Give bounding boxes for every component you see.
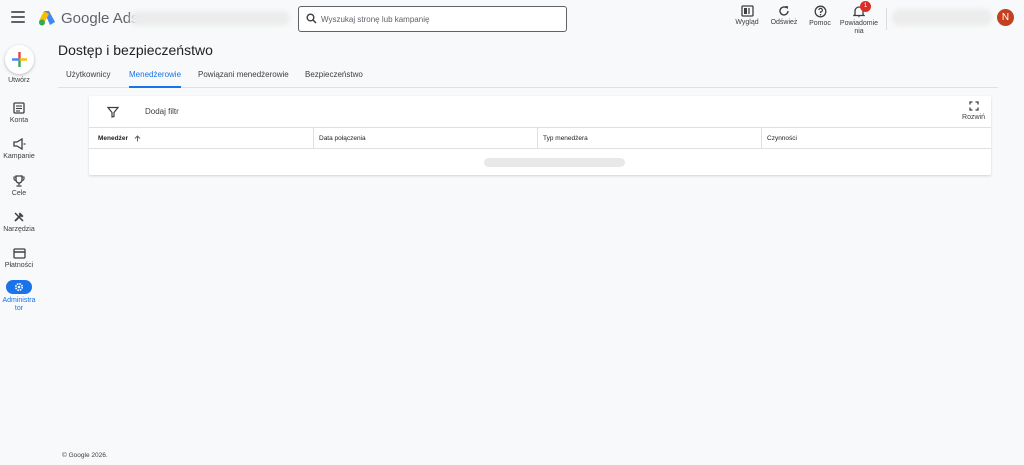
table-header: Menedżer Data połączenia Typ menedżera C… <box>89 127 991 149</box>
expand-button[interactable]: Rozwiń <box>962 101 985 121</box>
goals-label: Cele <box>11 190 27 197</box>
appearance-label: Wygląd <box>735 19 759 26</box>
column-header-actions: Czynności <box>761 128 991 149</box>
nav-item-billing[interactable]: Płatności <box>0 248 38 270</box>
expand-label: Rozwiń <box>962 114 985 121</box>
gear-icon <box>14 282 24 292</box>
search-input[interactable] <box>321 11 561 27</box>
brand-name: Google Ads <box>61 10 139 27</box>
user-info-redacted <box>892 9 992 26</box>
credit-card-icon <box>12 248 26 259</box>
google-ads-logo-icon <box>39 11 55 26</box>
trophy-icon <box>13 175 25 187</box>
tools-label: Narzędzia <box>3 226 35 233</box>
add-filter-button[interactable]: Dodaj filtr <box>145 107 179 116</box>
billing-label: Płatności <box>4 262 34 269</box>
tab-managers[interactable]: Menedżerowie <box>129 70 181 79</box>
appearance-button[interactable]: Wygląd <box>734 5 760 27</box>
accounts-label: Konta <box>9 117 29 124</box>
help-icon <box>814 5 826 18</box>
megaphone-icon <box>12 138 25 150</box>
notifications-button[interactable]: Powiadomie nia <box>838 5 880 36</box>
campaigns-label: Kampanie <box>3 153 35 160</box>
header-divider <box>886 8 887 30</box>
nav-item-campaigns[interactable]: Kampanie <box>0 138 38 161</box>
admin-label-cont: tor <box>14 305 24 312</box>
search-icon <box>306 13 317 24</box>
accounts-icon <box>13 102 25 114</box>
admin-active-pill <box>6 280 32 294</box>
notifications-label: Powiadomie <box>839 20 879 27</box>
search-box[interactable] <box>298 6 567 32</box>
nav-item-goals[interactable]: Cele <box>0 175 38 198</box>
notification-count-badge: 1 <box>860 1 871 12</box>
tab-security[interactable]: Bezpieczeństwo <box>305 70 363 79</box>
loading-placeholder <box>484 158 625 167</box>
tools-icon <box>14 212 24 222</box>
main-menu-icon[interactable] <box>11 11 25 23</box>
column-header-manager[interactable]: Menedżer <box>93 128 313 149</box>
refresh-label: Odśwież <box>770 19 798 26</box>
tab-bar: Użytkownicy Menedżerowie Powiązani mened… <box>58 62 998 88</box>
nav-item-tools[interactable]: Narzędzia <box>0 211 38 234</box>
footer-copyright: © Google 2026. <box>62 452 108 459</box>
refresh-icon <box>779 6 789 16</box>
create-label: Utwórz <box>8 77 30 84</box>
fullscreen-icon <box>968 101 979 111</box>
admin-label: Administra <box>2 297 36 304</box>
top-bar: Google Ads Wygląd Odśwież Pomoc <box>0 0 1024 38</box>
appearance-icon <box>740 5 754 17</box>
plus-icon <box>12 52 27 67</box>
sort-ascending-icon <box>134 135 141 142</box>
column-header-manager-label: Menedżer <box>98 135 128 142</box>
help-button[interactable]: Pomoc <box>807 5 833 28</box>
nav-create-label-wrap: Utwórz <box>0 74 38 85</box>
notifications-label-cont: nia <box>854 28 864 35</box>
nav-item-accounts[interactable]: Konta <box>0 102 38 125</box>
tab-users[interactable]: Użytkownicy <box>66 70 110 79</box>
help-label: Pomoc <box>809 20 831 27</box>
tab-linked-managers[interactable]: Powiązani menedżerowie <box>198 70 289 79</box>
active-tab-indicator <box>129 86 181 88</box>
nav-item-admin[interactable]: Administra tor <box>0 280 38 313</box>
account-name-redacted <box>130 11 290 26</box>
create-button[interactable] <box>5 45 34 74</box>
refresh-button[interactable]: Odśwież <box>769 5 799 27</box>
managers-table-card: Dodaj filtr Rozwiń Menedżer Data połącze… <box>89 96 991 175</box>
column-header-manager-type[interactable]: Typ menedżera <box>537 128 761 149</box>
column-header-connection-date[interactable]: Data połączenia <box>313 128 537 149</box>
avatar[interactable]: N <box>997 9 1014 26</box>
page-title: Dostęp i bezpieczeństwo <box>58 42 213 58</box>
filter-icon[interactable] <box>107 106 119 118</box>
